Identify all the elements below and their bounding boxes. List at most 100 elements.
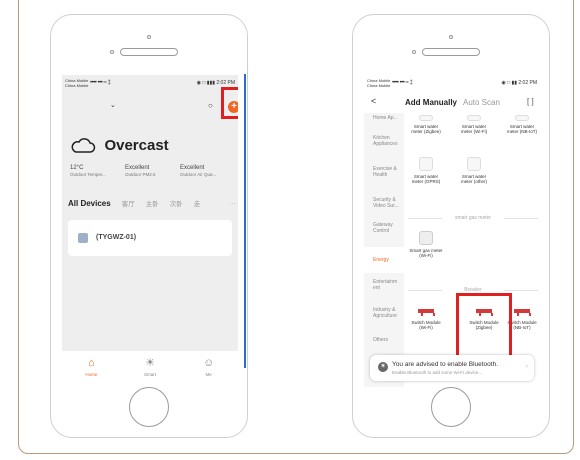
tile-label: Switch Module (Wi-Fi) [411,320,441,330]
carrier-2: China Mobile [65,83,89,88]
sun-icon: ☀ [145,357,155,369]
section-header-gas: smart gas meter [408,215,538,221]
tab-living-room[interactable]: 客厅 [122,198,135,208]
sensor-dot [110,50,114,54]
device-tile[interactable]: Smart water meter (other) [456,157,492,184]
stat-label: Outdoor PM2.5 [125,172,156,177]
speaker-grille [422,48,480,56]
room-tabs: All Devices 客厅 主卧 次卧 走 ··· [68,198,237,209]
device-tile[interactable]: Smart water meter (NB-IoT) [504,115,540,134]
stat-air-quality: Excellent Outdoor Air Qua... [180,165,235,177]
stat-value: 12°C [70,165,84,171]
bluetooth-subtitle: Enable Bluetooth to add some Wi-Fi devic… [392,370,483,375]
tab-all-devices[interactable]: All Devices [68,199,111,208]
device-icon [78,233,88,243]
scan-icon[interactable]: [ ] [527,97,534,106]
tile-label: Smart water meter (GPRS) [411,174,441,184]
carrier-labels: China Mobile China Mobile [65,78,88,88]
water-meter-icon [419,157,433,171]
stat-value: Excellent [180,165,205,171]
device-tile[interactable]: Switch Module (Wi-Fi) [408,307,444,330]
sidebar-item-kitchen[interactable]: Kitchen Appliances [364,135,404,147]
stat-label: Outdoor Temper... [70,172,106,177]
device-tile[interactable]: Smart water meter (Wi-Fi) [456,115,492,134]
nav-label: Home [85,372,98,377]
water-meter-icon [419,115,433,121]
profile-icon: ☺ [203,357,215,369]
signal-icons: •••• ••• ≈ ‡ [90,80,111,86]
gas-meter-icon [419,231,433,245]
sidebar-item-home-appliances[interactable]: Home Ap... [364,115,404,121]
sidebar-item-industry[interactable]: Industry & Agriculture [364,307,404,319]
highlight-box-add [221,87,238,119]
switch-module-icon [418,307,435,317]
status-bar: China Mobile China Mobile •••• ••• ≈ ‡ ◉… [364,75,540,95]
stat-value: Excellent [125,165,150,171]
tab-auto-scan[interactable]: Auto Scan [463,98,500,107]
tile-label: Smart water meter (other) [460,174,487,184]
home-icon: ⌂ [88,357,95,369]
device-tile[interactable]: Smart water meter (GPRS) [408,157,444,184]
tab-hallway[interactable]: 走 [194,198,201,208]
camera-dot [449,35,453,39]
device-tile[interactable]: Smart gas meter (Wi-Fi) [408,231,444,258]
weather-header: Overcast [70,137,169,155]
nav-home[interactable]: ⌂ Home [62,351,121,387]
add-device-header: < Add Manually Auto Scan [ ] [364,95,540,111]
sidebar-item-health[interactable]: Exercise & Health [364,166,404,178]
carrier-labels: China Mobile China Mobile [367,78,390,88]
back-arrow-icon[interactable]: < [371,96,376,106]
tab-second-bedroom[interactable]: 次卧 [170,198,183,208]
chevron-right-icon: › [525,363,528,370]
tab-master-bedroom[interactable]: 主卧 [146,198,159,208]
tile-label: Smart gas meter (Wi-Fi) [409,248,443,258]
status-bar: China Mobile China Mobile •••• ••• ≈ ‡ ◉… [62,75,238,95]
stat-temperature: 12°C Outdoor Temper... [70,165,125,177]
camera-dot [147,35,151,39]
tabs-more-icon[interactable]: ··· [230,200,237,207]
sidebar-item-energy[interactable]: Energy [364,247,404,273]
nav-smart[interactable]: ☀ Smart [121,351,180,387]
status-right: ◉ □ ▮▮▮ 2:02 PM [196,80,235,86]
chevron-down-icon[interactable]: ⌄ [110,101,116,109]
weather-stats: 12°C Outdoor Temper... Excellent Outdoor… [70,165,235,177]
cloud-icon [71,137,96,153]
water-meter-icon [467,115,481,121]
stat-label: Outdoor Air Qua... [180,172,217,177]
stat-pm25: Excellent Outdoor PM2.5 [125,165,180,177]
water-meter-icon [515,115,529,121]
sensor-dot [412,50,416,54]
switch-module-icon [514,307,531,317]
microphone-icon[interactable]: ○ [208,101,216,111]
nav-me[interactable]: ☺ Me [179,351,238,387]
sidebar-item-others[interactable]: Others [364,337,404,343]
carrier-2: China Mobile [367,83,391,88]
tile-label: Smart water meter (Wi-Fi) [460,124,488,134]
device-card[interactable]: (TYGWZ-01) [68,220,232,256]
bluetooth-title: You are advised to enable Bluetooth. [392,361,499,368]
sidebar-item-security[interactable]: Security & Video Sur... [364,197,404,209]
sidebar-item-entertainment[interactable]: Entertainm ent [364,279,404,291]
device-name: (TYGWZ-01) [96,234,137,241]
tile-label: Smart water meter (Zigbee) [411,124,441,134]
nav-label: Smart [144,372,157,377]
bluetooth-icon: ✶ [378,362,388,372]
weather-condition: Overcast [104,137,169,155]
tab-add-manually[interactable]: Add Manually [405,98,457,107]
sidebar-item-gateway[interactable]: Gateway Control [364,222,404,234]
device-tile[interactable]: Smart water meter (Zigbee) [408,115,444,134]
screen-edge-line [244,74,246,368]
nav-label: Me [205,372,212,377]
highlight-box-zigbee [456,293,512,363]
phone-home-button[interactable] [129,387,169,427]
signal-icons: •••• ••• ≈ ‡ [392,80,413,86]
category-sidebar: Home Ap... Kitchen Appliances Exercise &… [364,113,404,387]
home-screen: China Mobile China Mobile •••• ••• ≈ ‡ ◉… [62,75,238,387]
add-device-screen: China Mobile China Mobile •••• ••• ≈ ‡ ◉… [364,75,540,387]
bottom-nav: ⌂ Home ☀ Smart ☺ Me [62,351,238,387]
bluetooth-banner[interactable]: ✶ You are advised to enable Bluetooth. E… [370,355,534,381]
phone-right: China Mobile China Mobile •••• ••• ≈ ‡ ◉… [352,14,550,438]
tile-label: Smart water meter (NB-IoT) [506,124,537,134]
speaker-grille [120,48,178,56]
phone-home-button[interactable] [431,387,471,427]
